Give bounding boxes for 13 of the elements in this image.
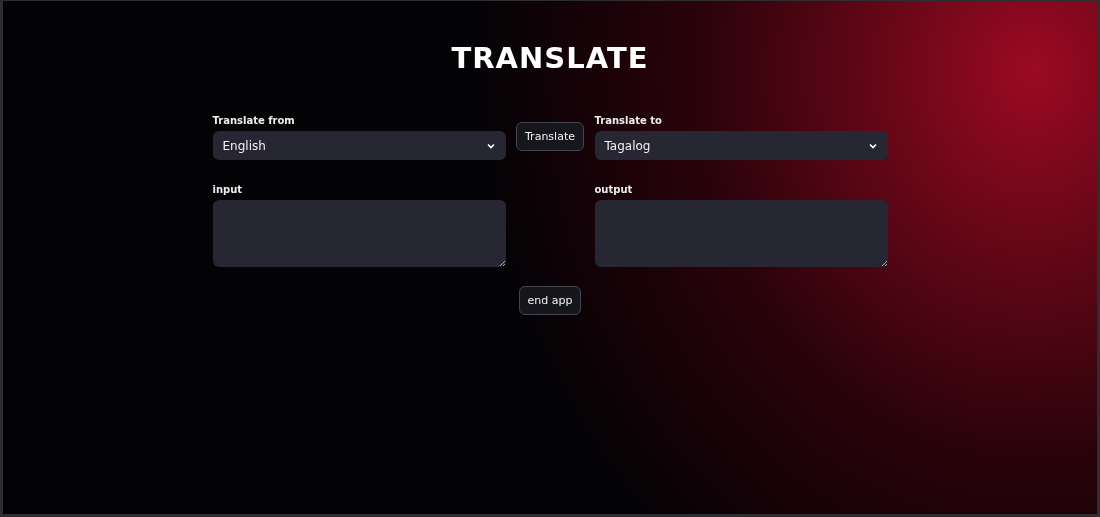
field-label: input [212,184,244,195]
language-dropdown[interactable]: Tagalog [594,131,888,160]
field-label: Translate to [594,115,663,126]
page-title: TRANSLATE [451,41,649,75]
end-app-button[interactable]: end app [518,286,582,315]
resize-handle-icon[interactable] [498,260,505,266]
language-dropdown[interactable]: English [212,131,506,160]
field-label: output [594,184,634,195]
output-field[interactable] [594,200,888,267]
input-field[interactable] [212,200,506,267]
translate-button[interactable]: Translate [516,122,584,151]
resize-handle-icon[interactable] [880,260,887,266]
field-label: Translate from [212,115,296,126]
